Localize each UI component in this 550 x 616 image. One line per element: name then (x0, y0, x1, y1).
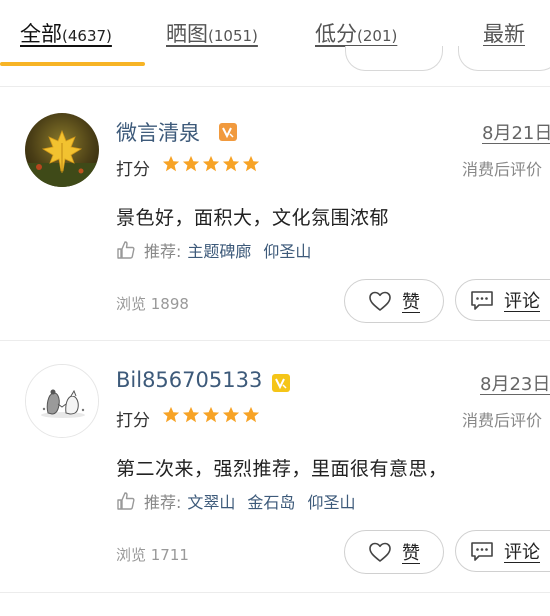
review-card: 微言清泉 8月21日 打分 消费后评价 景色好，面积大，文化氛围浓郁 推荐: 主… (0, 113, 550, 333)
username[interactable]: Bil856705133 (116, 368, 262, 392)
username[interactable]: 微言清泉 (116, 117, 200, 147)
star-icon (202, 406, 220, 423)
thumbs-up-icon (117, 241, 135, 259)
recommendations: 推荐: 文翠山 金石岛 仰圣山 (116, 489, 367, 513)
review-content: 第二次来，强烈推荐，里面很有意思， (116, 458, 448, 480)
star-icon (222, 406, 240, 423)
avatar[interactable] (25, 364, 99, 438)
review-date: 8月23日 (480, 374, 550, 395)
star-icon (162, 406, 180, 423)
recommend-item[interactable]: 文翠山 (187, 489, 235, 513)
heart-icon (369, 291, 391, 311)
star-icon (242, 406, 260, 423)
recommend-item[interactable]: 仰圣山 (307, 489, 355, 513)
rating-stars (162, 406, 260, 426)
recommend-label: 推荐: (144, 242, 182, 261)
maple-leaf-avatar-image (25, 113, 99, 187)
thumbs-up-icon (117, 492, 135, 510)
cartoon-avatar-image (26, 365, 98, 437)
review-status: 消费后评价 (462, 160, 543, 179)
recommend-item[interactable]: 主题碑廊 (187, 238, 251, 262)
recommend-label: 推荐: (144, 493, 182, 512)
star-icon (222, 155, 240, 172)
reviews-page: 全部(4637) 晒图(1051) 低分(201) 最新 微言清泉 8月21日 … (0, 0, 550, 616)
tab-all[interactable]: 全部(4637) (20, 18, 112, 48)
avatar[interactable] (25, 113, 99, 187)
star-icon (242, 155, 260, 172)
like-button[interactable]: 赞 (344, 530, 444, 574)
divider (0, 340, 550, 341)
previous-like-button[interactable] (345, 46, 443, 71)
review-card: Bil856705133 8月23日 打分 消费后评价 第二次来，强烈推荐，里面… (0, 364, 550, 584)
comment-button[interactable]: 评论 (455, 279, 550, 321)
comment-label: 评论 (504, 542, 540, 563)
previous-comment-button[interactable] (458, 46, 550, 71)
star-icon (162, 155, 180, 172)
divider (0, 592, 550, 593)
score-label: 打分 (116, 160, 150, 180)
star-icon (182, 406, 200, 423)
view-count: 浏览 1898 (116, 295, 189, 313)
heart-icon (369, 542, 391, 562)
tab-all-label: 全部 (20, 22, 62, 46)
tab-low-score-label: 低分 (315, 22, 357, 46)
view-count: 浏览 1711 (116, 546, 189, 564)
recommend-item[interactable]: 仰圣山 (263, 238, 311, 262)
recommendations: 推荐: 主题碑廊 仰圣山 (116, 238, 323, 262)
comment-icon (471, 542, 493, 561)
active-tab-indicator (0, 62, 145, 66)
comment-icon (471, 291, 493, 310)
star-icon (202, 155, 220, 172)
verified-badge-icon (272, 374, 290, 392)
like-label: 赞 (402, 543, 420, 564)
review-filter-tabs: 全部(4637) 晒图(1051) 低分(201) 最新 (0, 0, 550, 71)
comment-button[interactable]: 评论 (455, 530, 550, 572)
tab-latest[interactable]: 最新 (483, 18, 525, 48)
score-label: 打分 (116, 411, 150, 431)
tab-photos[interactable]: 晒图(1051) (166, 18, 258, 48)
tab-latest-label: 最新 (483, 22, 525, 46)
review-date: 8月21日 (482, 123, 550, 144)
verified-badge-icon (219, 123, 237, 141)
review-status: 消费后评价 (462, 411, 543, 430)
comment-label: 评论 (504, 291, 540, 312)
tab-low-score[interactable]: 低分(201) (315, 18, 397, 48)
like-label: 赞 (402, 292, 420, 313)
tab-photos-label: 晒图 (166, 22, 208, 46)
tab-low-score-count: (201) (357, 27, 398, 45)
star-icon (182, 155, 200, 172)
rating-stars (162, 155, 260, 175)
tab-photos-count: (1051) (208, 27, 258, 45)
divider (0, 86, 550, 87)
tab-all-count: (4637) (62, 27, 112, 45)
like-button[interactable]: 赞 (344, 279, 444, 323)
recommend-item[interactable]: 金石岛 (247, 489, 295, 513)
review-content: 景色好，面积大，文化氛围浓郁 (116, 207, 390, 229)
